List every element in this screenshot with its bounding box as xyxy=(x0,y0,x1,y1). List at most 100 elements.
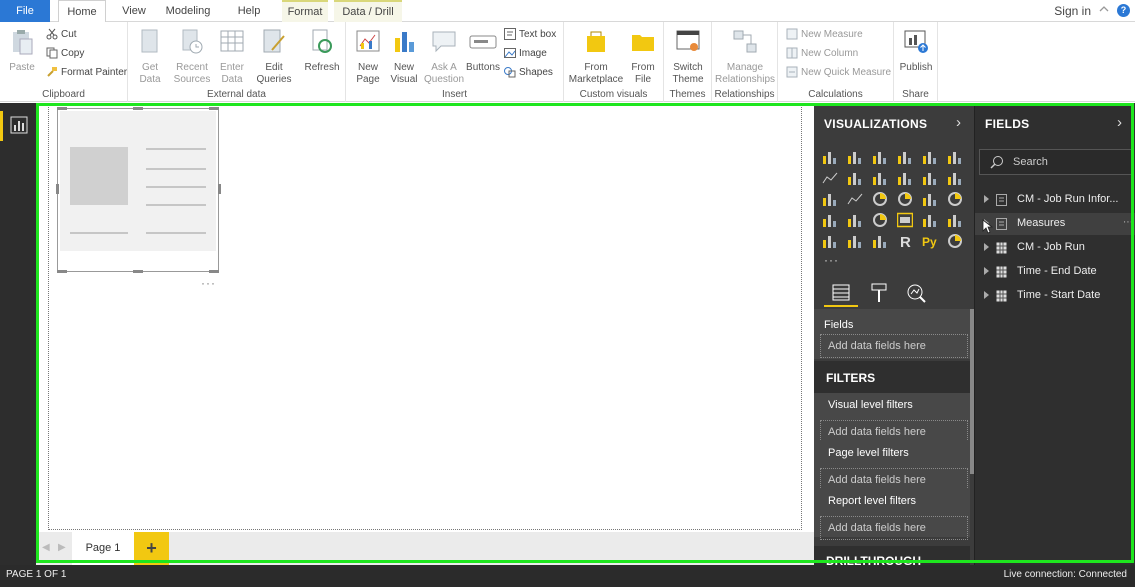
fields-dropzone[interactable]: Add data fields here xyxy=(820,334,968,358)
report-canvas[interactable]: ··· xyxy=(48,105,802,530)
recent-sources-button[interactable]: Recent Sources xyxy=(170,28,214,86)
clustered-column-icon[interactable] xyxy=(897,149,913,165)
card-visual-placeholder[interactable] xyxy=(57,108,219,272)
collapse-fields-icon[interactable]: › xyxy=(1117,114,1122,131)
funnel-icon[interactable] xyxy=(847,212,863,228)
from-marketplace-button[interactable]: From Marketplace xyxy=(568,28,624,86)
card-icon[interactable] xyxy=(896,212,914,228)
collapse-visualizations-icon[interactable]: › xyxy=(956,114,961,131)
fields-search-input[interactable]: Search xyxy=(979,149,1132,175)
visual-more-options[interactable]: ··· xyxy=(201,276,216,290)
field-table-row[interactable]: Time - Start Date xyxy=(975,285,1135,307)
new-measure-button[interactable]: New Measure xyxy=(786,27,863,43)
gauge-icon[interactable] xyxy=(872,212,888,228)
more-options-icon[interactable]: ⋯ xyxy=(1123,217,1133,228)
prev-page-icon[interactable]: ◀ xyxy=(42,542,50,553)
ask-question-button[interactable]: Ask A Question xyxy=(424,28,464,86)
resize-handle[interactable] xyxy=(209,107,219,110)
scatter-icon[interactable] xyxy=(847,191,863,207)
from-file-button[interactable]: From File xyxy=(626,28,660,86)
report-view-button[interactable] xyxy=(0,111,36,141)
enter-data-button[interactable]: Enter Data xyxy=(216,28,248,86)
cut-button[interactable]: Cut xyxy=(46,27,77,43)
line-chart-icon[interactable] xyxy=(822,170,838,186)
refresh-button[interactable]: Refresh xyxy=(304,28,340,74)
ribbon-chart-icon[interactable] xyxy=(947,170,963,186)
tab-help[interactable]: Help xyxy=(230,0,268,22)
field-table-row[interactable]: Time - End Date xyxy=(975,261,1135,283)
100-bar-icon[interactable] xyxy=(922,149,938,165)
tab-home[interactable]: Home xyxy=(58,0,106,23)
tab-file[interactable]: File xyxy=(0,0,50,22)
tab-data-drill[interactable]: Data / Drill xyxy=(334,0,402,22)
globe-icon[interactable] xyxy=(947,233,963,249)
tab-format[interactable]: Format xyxy=(282,0,328,22)
get-data-button[interactable]: Get Data xyxy=(134,28,166,86)
map-icon[interactable] xyxy=(947,191,963,207)
group-external-data: Get Data Recent Sources Enter Data Edit … xyxy=(128,22,346,102)
line-clustered-icon[interactable] xyxy=(922,170,938,186)
format-painter-button[interactable]: Format Painter xyxy=(46,65,127,81)
area-chart-icon[interactable] xyxy=(847,170,863,186)
resize-handle[interactable] xyxy=(133,107,143,110)
shapes-button[interactable]: Shapes xyxy=(504,65,553,81)
format-tab[interactable] xyxy=(862,281,896,307)
pie-chart-icon[interactable] xyxy=(872,191,888,207)
tab-modeling[interactable]: Modeling xyxy=(160,0,216,22)
collapse-ribbon-icon[interactable] xyxy=(1098,3,1110,15)
clustered-bar-icon[interactable] xyxy=(872,149,888,165)
matrix-icon[interactable] xyxy=(872,233,888,249)
resize-handle[interactable] xyxy=(209,270,219,273)
field-table-row[interactable]: Measures ⋯ xyxy=(975,213,1135,235)
add-page-button[interactable]: + xyxy=(134,532,169,565)
analytics-tab[interactable] xyxy=(900,281,934,307)
switch-theme-button[interactable]: Switch Theme xyxy=(668,28,708,86)
treemap-icon[interactable] xyxy=(922,191,938,207)
new-quick-measure-button[interactable]: New Quick Measure xyxy=(786,65,891,81)
line-column-icon[interactable] xyxy=(897,170,913,186)
stacked-area-icon[interactable] xyxy=(872,170,888,186)
manage-relationships-button[interactable]: Manage Relationships xyxy=(714,28,776,86)
edit-queries-button[interactable]: Edit Queries xyxy=(254,28,294,86)
waterfall-icon[interactable] xyxy=(822,191,838,207)
stacked-column-icon[interactable] xyxy=(847,149,863,165)
multirow-card-icon[interactable] xyxy=(922,212,938,228)
table-icon[interactable] xyxy=(847,233,863,249)
new-column-button[interactable]: New Column xyxy=(786,46,858,62)
field-table-row[interactable]: CM - Job Run xyxy=(975,237,1135,259)
expand-arrow-icon[interactable] xyxy=(984,243,989,251)
more-visuals-icon[interactable]: ··· xyxy=(824,253,839,267)
paste-button[interactable]: Paste xyxy=(6,28,38,74)
100-column-icon[interactable] xyxy=(947,149,963,165)
next-page-icon[interactable]: ▶ xyxy=(58,542,66,553)
page-tab[interactable]: Page 1 xyxy=(72,532,134,565)
expand-arrow-icon[interactable] xyxy=(984,195,989,203)
field-table-row[interactable]: CM - Job Run Infor... xyxy=(975,189,1135,211)
copy-button[interactable]: Copy xyxy=(46,46,84,62)
fields-tab[interactable] xyxy=(824,281,858,307)
slicer-icon[interactable] xyxy=(822,233,838,249)
donut-icon[interactable] xyxy=(897,191,913,207)
expand-arrow-icon[interactable] xyxy=(984,267,989,275)
expand-arrow-icon[interactable] xyxy=(984,291,989,299)
resize-handle[interactable] xyxy=(57,270,67,273)
new-page-button[interactable]: New Page xyxy=(350,28,386,86)
publish-button[interactable]: Publish xyxy=(896,28,936,74)
r-visual-icon[interactable]: R xyxy=(897,233,913,251)
resize-handle[interactable] xyxy=(218,184,221,194)
python-visual-icon[interactable]: Py xyxy=(922,233,938,249)
image-button[interactable]: Image xyxy=(504,46,547,62)
buttons-button[interactable]: Buttons xyxy=(464,28,502,74)
stacked-bar-icon[interactable] xyxy=(822,149,838,165)
kpi-icon[interactable] xyxy=(947,212,963,228)
sign-in-link[interactable]: Sign in xyxy=(1054,4,1091,18)
resize-handle[interactable] xyxy=(56,184,59,194)
resize-handle[interactable] xyxy=(57,107,67,110)
text-box-button[interactable]: Text box xyxy=(504,27,556,43)
tab-view[interactable]: View xyxy=(116,0,152,22)
resize-handle[interactable] xyxy=(133,270,143,273)
help-icon[interactable]: ? xyxy=(1117,4,1130,17)
report-filters-dropzone[interactable]: Add data fields here xyxy=(820,516,968,540)
new-visual-button[interactable]: New Visual xyxy=(388,28,420,86)
filled-map-icon[interactable] xyxy=(822,212,838,228)
